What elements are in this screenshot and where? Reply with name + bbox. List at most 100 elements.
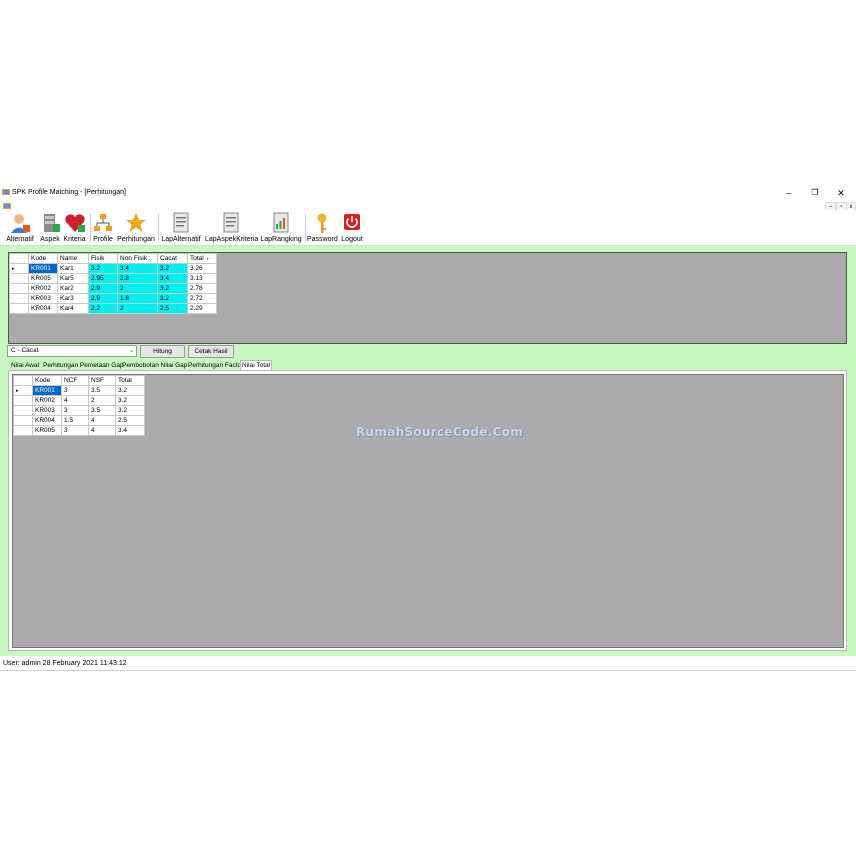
table-cell[interactable]: 2.95 xyxy=(88,273,118,284)
table-cell[interactable]: 2.9 xyxy=(88,293,118,304)
table-cell[interactable]: 3.2 xyxy=(157,283,188,294)
row-header-corner xyxy=(13,375,33,386)
table-cell[interactable]: 4 xyxy=(88,415,116,426)
table-cell[interactable]: 2.29 xyxy=(187,303,217,314)
table-cell[interactable]: 3.5 xyxy=(88,385,116,396)
table-row[interactable]: KR004 Kar4 2.2 2 2.5 2.29 xyxy=(9,303,217,314)
tab-perhitungan-factor[interactable]: Perhitungan Factor xyxy=(187,361,244,370)
column-header[interactable]: Name xyxy=(57,253,89,264)
table-row[interactable]: KR003 3 3.5 3.2 xyxy=(13,405,145,416)
toolbar-lapaspekkriteria-button[interactable]: LapAspekKriteria xyxy=(205,212,258,244)
table-cell[interactable]: 2 xyxy=(88,395,116,406)
toolbar-profile-button[interactable]: Profile xyxy=(91,212,115,244)
cetak-hasil-button[interactable]: Cetak Hasil xyxy=(188,345,234,358)
toolbar-logout-button[interactable]: Logout xyxy=(339,212,365,244)
table-cell[interactable]: KR005 xyxy=(28,273,58,284)
table-cell[interactable]: Kar4 xyxy=(57,303,89,314)
chevron-down-icon[interactable]: ⌄ xyxy=(129,346,134,356)
table-cell[interactable]: 2.5 xyxy=(115,415,145,426)
table-cell[interactable]: 3.2 xyxy=(115,385,145,396)
table-cell[interactable]: 3.2 xyxy=(157,293,188,304)
result-grid[interactable]: Kode Name Fisik Non Fisik Cacat Total ▼ … xyxy=(8,252,847,344)
table-cell[interactable]: KR001 xyxy=(28,263,58,274)
tab-perhitungan-pemetaan-gap[interactable]: Perhitungan Pemetaan Gap xyxy=(42,361,125,370)
table-cell[interactable]: Kar2 xyxy=(57,283,89,294)
table-cell[interactable]: 1.5 xyxy=(61,415,89,426)
row-indicator-icon: ▸ xyxy=(13,385,33,396)
table-cell[interactable]: 3.4 xyxy=(117,263,158,274)
table-cell[interactable]: KR004 xyxy=(32,415,62,426)
row-header xyxy=(13,415,33,426)
tab-nilai-awal[interactable]: Nilai Awal xyxy=(10,361,40,370)
column-header-total[interactable]: Total ▼ xyxy=(187,253,217,264)
table-cell[interactable]: 1.8 xyxy=(117,293,158,304)
table-row[interactable]: KR005 Kar5 2.95 2.8 3.4 3.13 xyxy=(9,273,217,284)
toolbar-lapalternatif-button[interactable]: LapAlternatif xyxy=(160,212,202,244)
table-cell[interactable]: 3.13 xyxy=(187,273,217,284)
table-cell[interactable]: 2.72 xyxy=(187,293,217,304)
table-cell[interactable]: KR002 xyxy=(32,395,62,406)
table-cell[interactable]: 4 xyxy=(61,395,89,406)
table-cell[interactable]: KR002 xyxy=(28,283,58,294)
table-cell[interactable]: 3 xyxy=(61,405,89,416)
column-header[interactable]: NCF xyxy=(61,375,89,386)
table-row[interactable]: KR003 Kar3 2.9 1.8 3.2 2.72 xyxy=(9,293,217,304)
table-cell[interactable]: 2.5 xyxy=(157,303,188,314)
table-cell[interactable]: 2.8 xyxy=(117,273,158,284)
table-cell[interactable]: 2 xyxy=(117,303,158,314)
table-cell[interactable]: KR004 xyxy=(28,303,58,314)
toolbar-perhitungan-button[interactable]: Perhitungan xyxy=(117,212,155,244)
table-row[interactable]: KR002 Kar2 2.9 2 3.2 2.78 xyxy=(9,283,217,294)
perhitungan-form: Kode Name Fisik Non Fisik Cacat Total ▼ … xyxy=(0,246,856,656)
table-cell[interactable]: Kar3 xyxy=(57,293,89,304)
row-header xyxy=(13,405,33,416)
table-cell[interactable]: KR005 xyxy=(32,425,62,436)
table-cell[interactable]: 3.2 xyxy=(157,263,188,274)
table-row[interactable]: ▸ KR001 3 3.5 3.2 xyxy=(13,385,145,396)
table-cell[interactable]: 3.2 xyxy=(115,395,145,406)
table-cell[interactable]: KR003 xyxy=(32,405,62,416)
table-cell[interactable]: 3.5 xyxy=(88,405,116,416)
column-header[interactable]: Kode xyxy=(32,375,62,386)
table-cell[interactable]: 4 xyxy=(88,425,116,436)
kriteria-combobox[interactable]: C - Cacat ⌄ xyxy=(7,345,137,357)
table-cell[interactable]: 3.2 xyxy=(115,405,145,416)
hitung-button[interactable]: Hitung xyxy=(140,345,185,358)
column-header[interactable]: Non Fisik xyxy=(117,253,158,264)
column-header[interactable]: Cacat xyxy=(157,253,188,264)
table-cell[interactable]: 2.78 xyxy=(187,283,217,294)
column-header[interactable]: NSF xyxy=(88,375,116,386)
tab-pembobotan-nilai-gap[interactable]: Pembobotan Nilai Gap xyxy=(121,361,188,370)
table-cell[interactable]: Kar5 xyxy=(57,273,89,284)
total-grid[interactable]: Kode NCF NSF Total ▸ KR001 3 3.5 3.2 KR0… xyxy=(12,374,844,648)
column-header[interactable]: Kode xyxy=(28,253,58,264)
toolbar-password-button[interactable]: Password xyxy=(307,212,338,244)
table-row[interactable]: KR002 4 2 3.2 xyxy=(13,395,145,406)
table-cell[interactable]: 3 xyxy=(61,425,89,436)
table-cell[interactable]: 3.4 xyxy=(157,273,188,284)
table-cell[interactable]: 3.2 xyxy=(88,263,118,274)
table-row[interactable]: ▸ KR001 Kar1 3.2 3.4 3.2 3.26 xyxy=(9,263,217,274)
table-cell[interactable]: Kar1 xyxy=(57,263,89,274)
maximize-button[interactable]: ❐ xyxy=(808,187,822,199)
toolbar-kriteria-button[interactable]: Kriteria xyxy=(61,212,88,244)
close-button[interactable]: ✕ xyxy=(834,187,848,199)
table-cell[interactable]: KR003 xyxy=(28,293,58,304)
table-row[interactable]: KR004 1.5 4 2.5 xyxy=(13,415,145,426)
minimize-button[interactable]: – xyxy=(782,187,796,199)
table-cell[interactable]: 3 xyxy=(61,385,89,396)
toolbar-aspek-button[interactable]: Aspek xyxy=(38,212,62,244)
table-cell[interactable]: KR001 xyxy=(32,385,62,396)
toolbar-laprangking-button[interactable]: LapRangking xyxy=(260,212,302,244)
table-row[interactable]: KR005 3 4 3.4 xyxy=(13,425,145,436)
table-cell[interactable]: 2.2 xyxy=(88,303,118,314)
table-cell[interactable]: 2 xyxy=(117,283,158,294)
table-cell[interactable]: 2.9 xyxy=(88,283,118,294)
column-header[interactable]: Total xyxy=(115,375,145,386)
table-cell[interactable]: 3.4 xyxy=(115,425,145,436)
toolbar: Alternatif Aspek Kriteria Profile Perhit… xyxy=(0,210,856,246)
column-header[interactable]: Fisik xyxy=(88,253,118,264)
table-cell[interactable]: 3.26 xyxy=(187,263,217,274)
toolbar-alternatif-button[interactable]: Alternatif xyxy=(4,212,36,244)
star-icon xyxy=(126,213,146,232)
